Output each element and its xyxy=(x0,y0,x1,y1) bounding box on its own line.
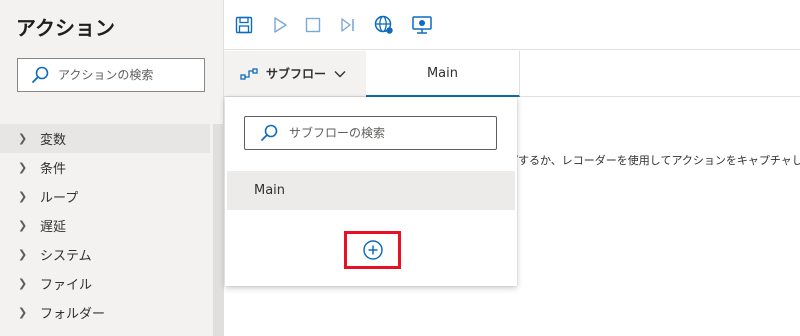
run-icon xyxy=(274,17,287,33)
subflow-search-box[interactable] xyxy=(244,116,497,150)
action-category-wait[interactable]: ❯ 遅延 xyxy=(0,211,210,240)
action-category-variables[interactable]: ❯ 変数 xyxy=(0,124,210,153)
desktop-recorder-icon xyxy=(412,16,432,34)
action-category-conditionals[interactable]: ❯ 条件 xyxy=(0,153,210,182)
chevron-down-icon xyxy=(334,71,346,78)
add-subflow-highlight xyxy=(344,231,401,269)
save-icon xyxy=(235,16,253,34)
chevron-right-icon: ❯ xyxy=(18,190,28,203)
action-category-loops[interactable]: ❯ ループ xyxy=(0,182,210,211)
run-next-action-icon xyxy=(341,18,354,32)
actions-pane-title: アクション xyxy=(16,16,115,40)
action-category-label: 変数 xyxy=(40,133,67,148)
tab-main-label: Main xyxy=(426,65,459,81)
actions-search-input[interactable] xyxy=(58,68,188,82)
chevron-right-icon: ❯ xyxy=(18,277,28,290)
actions-pane: アクション ❯ 変数 ❯ 条件 ❯ ループ ❯ 遅延 ❯ システム ❯ xyxy=(0,0,224,336)
action-category-label: 条件 xyxy=(40,162,67,177)
web-recorder-icon xyxy=(374,15,393,34)
actions-search-box[interactable] xyxy=(17,58,205,92)
run-button[interactable] xyxy=(268,13,292,37)
search-icon xyxy=(32,66,49,83)
designer-toolbar xyxy=(224,0,800,50)
action-category-folder[interactable]: ❯ フォルダー xyxy=(0,298,210,327)
search-icon xyxy=(261,124,278,141)
action-category-label: システム xyxy=(40,249,92,264)
subflow-item-main[interactable]: Main xyxy=(227,171,515,210)
desktop-recorder-button[interactable] xyxy=(410,13,434,37)
canvas-empty-hint: ップするか、レコーダーを使用してアクションをキャプチャしま xyxy=(496,154,800,167)
action-category-system[interactable]: ❯ システム xyxy=(0,240,210,269)
web-recorder-button[interactable] xyxy=(372,13,396,37)
save-button[interactable] xyxy=(232,13,256,37)
chevron-right-icon: ❯ xyxy=(18,248,28,261)
chevron-right-icon: ❯ xyxy=(18,306,28,319)
stop-icon xyxy=(305,17,321,33)
subflow-item-label: Main xyxy=(254,183,286,198)
action-category-label: フォルダー xyxy=(40,307,106,322)
action-category-label: 遅延 xyxy=(40,220,67,235)
subflows-dropdown-button[interactable]: サブフロー xyxy=(224,51,366,96)
flow-tab-bar: サブフロー Main xyxy=(224,51,800,97)
chevron-right-icon: ❯ xyxy=(18,219,28,232)
action-category-list: ❯ 変数 ❯ 条件 ❯ ループ ❯ 遅延 ❯ システム ❯ ファイル ❯ フォル… xyxy=(0,124,210,327)
subflow-search-input[interactable] xyxy=(289,126,489,140)
chevron-right-icon: ❯ xyxy=(18,132,28,145)
chevron-right-icon: ❯ xyxy=(18,161,28,174)
subflows-label: サブフロー xyxy=(266,67,327,81)
run-next-action-button[interactable] xyxy=(336,13,360,37)
actions-scrollbar[interactable] xyxy=(213,124,223,336)
action-category-label: ファイル xyxy=(40,278,93,293)
action-category-label: ループ xyxy=(40,191,79,206)
tab-main[interactable]: Main xyxy=(366,51,520,97)
subflows-panel: Main xyxy=(225,97,517,286)
stop-button[interactable] xyxy=(301,13,325,37)
add-circle-icon xyxy=(362,240,383,260)
subflow-icon xyxy=(240,67,258,80)
action-category-file[interactable]: ❯ ファイル xyxy=(0,269,210,298)
add-subflow-button[interactable] xyxy=(362,239,384,261)
